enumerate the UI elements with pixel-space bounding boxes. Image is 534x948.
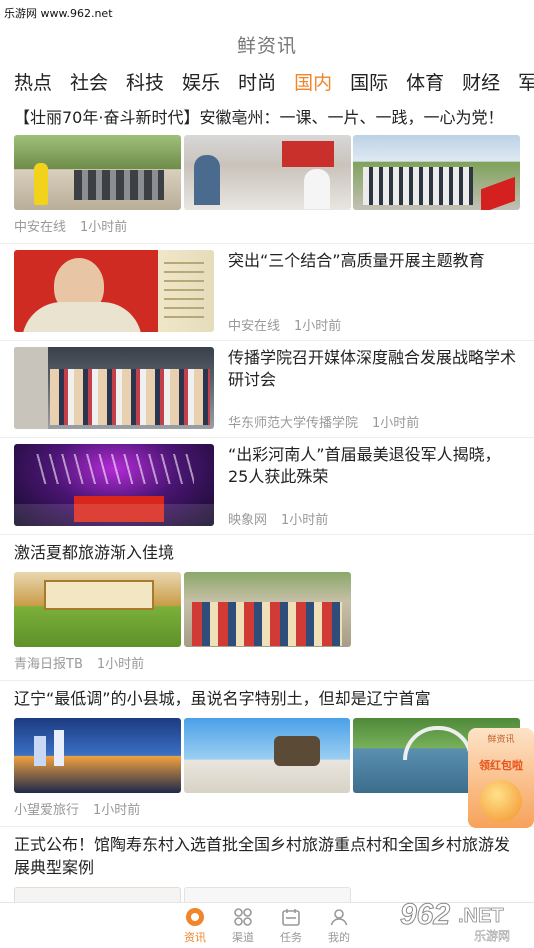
news-thumbnail [14, 250, 214, 332]
user-icon [329, 907, 349, 927]
news-image [353, 135, 520, 210]
news-image [184, 572, 351, 647]
news-icon [185, 907, 205, 927]
news-time: 1小时前 [372, 416, 420, 431]
tab-domestic[interactable]: 国内 [294, 68, 332, 95]
red-packet-icon [480, 780, 522, 822]
tab-finance[interactable]: 财经 [462, 68, 500, 95]
tab-tech[interactable]: 科技 [126, 68, 164, 95]
ad-brand-label: 鲜资讯 [487, 735, 515, 745]
tab-fashion[interactable]: 时尚 [238, 68, 276, 95]
news-title: “出彩河南人”首届最美退役军人揭晓，25人获此殊荣 [228, 445, 501, 486]
news-title: 传播学院召开媒体深度融合发展战略学术研讨会 [228, 348, 517, 389]
grid-icon [233, 907, 253, 927]
tab-international[interactable]: 国际 [350, 68, 388, 95]
news-item[interactable]: 【壮丽70年·奋斗新时代】安徽亳州：一课、一片、一践，一心为党！ 中安在线 1小时… [0, 100, 534, 244]
nav-channels[interactable]: 渠道 [230, 907, 256, 948]
news-source: 映象网 [228, 513, 268, 528]
watermark-text: 乐游网 www.962.net [4, 7, 113, 20]
news-source: 青海日报TB [14, 657, 83, 672]
news-image [14, 887, 181, 902]
logo-main-text: 962 [400, 898, 450, 931]
app-title: 鲜资讯 [236, 35, 297, 57]
news-image [183, 135, 351, 210]
news-source: 华东师范大学传播学院 [228, 416, 359, 431]
logo-suffix-text: .NET [458, 905, 504, 927]
news-title: 突出“三个结合”高质量开展主题教育 [228, 251, 485, 270]
news-source: 小望爱旅行 [14, 803, 80, 818]
news-feed[interactable]: 【壮丽70年·奋斗新时代】安徽亳州：一课、一片、一践，一心为党！ 中安在线 1小时… [0, 100, 534, 902]
news-time: 1小时前 [294, 319, 342, 334]
nav-news-label: 资讯 [184, 931, 206, 944]
news-item[interactable]: 辽宁“最低调”的小县城，虽说名字特别土，但却是辽宁首富 小望爱旅行 1小时前 [0, 681, 534, 827]
news-time: 1小时前 [281, 513, 329, 528]
news-title: 正式公布！馆陶寿东村入选首批全国乡村旅游重点村和全国乡村旅游发展典型案例 [14, 835, 511, 877]
category-tabs: 热点 社会 科技 娱乐 时尚 国内 国际 体育 财经 军事 [0, 64, 534, 98]
news-item[interactable]: 激活夏都旅游渐入佳境 青海日报TB 1小时前 [0, 535, 534, 681]
tab-society[interactable]: 社会 [70, 68, 108, 95]
tab-hot[interactable]: 热点 [14, 68, 52, 95]
nav-profile-label: 我的 [328, 931, 350, 944]
news-thumbnail [14, 347, 214, 429]
news-title: 辽宁“最低调”的小县城，虽说名字特别土，但却是辽宁首富 [14, 689, 431, 708]
news-item[interactable]: 传播学院召开媒体深度融合发展战略学术研讨会 华东师范大学传播学院 1小时前 [0, 341, 534, 438]
logo-sub-text: 乐游网 [474, 929, 510, 943]
news-time: 1小时前 [96, 657, 145, 672]
ad-label: 领红包啦 [479, 759, 523, 772]
news-title: 【壮丽70年·奋斗新时代】安徽亳州：一课、一片、一践，一心为党！ [14, 108, 504, 127]
news-item[interactable]: 正式公布！馆陶寿东村入选首批全国乡村旅游重点村和全国乡村旅游发展典型案例 [0, 827, 534, 902]
news-image [183, 718, 351, 793]
news-image [14, 135, 181, 210]
news-source: 中安在线 [228, 319, 281, 334]
news-image [14, 572, 181, 647]
tab-sports[interactable]: 体育 [406, 68, 444, 95]
news-image [14, 718, 181, 793]
tab-entertainment[interactable]: 娱乐 [182, 68, 220, 95]
news-thumbnail [14, 444, 214, 526]
nav-channels-label: 渠道 [232, 931, 254, 944]
news-title: 激活夏都旅游渐入佳境 [14, 543, 175, 562]
task-icon [281, 907, 301, 927]
news-image [184, 887, 351, 902]
nav-tasks[interactable]: 任务 [278, 907, 304, 948]
nav-profile[interactable]: 我的 [326, 907, 352, 948]
news-item[interactable]: “出彩河南人”首届最美退役军人揭晓，25人获此殊荣 映象网 1小时前 [0, 438, 534, 535]
news-time: 1小时前 [80, 220, 128, 235]
red-packet-ad[interactable]: 鲜资讯 领红包啦 [468, 728, 534, 828]
tab-military[interactable]: 军事 [518, 68, 534, 95]
nav-news[interactable]: 资讯 [182, 907, 208, 948]
site-logo: 962 .NET 乐游网 [396, 894, 530, 944]
news-item[interactable]: 突出“三个结合”高质量开展主题教育 中安在线 1小时前 [0, 244, 534, 341]
news-source: 中安在线 [14, 220, 67, 235]
news-time: 1小时前 [93, 803, 141, 818]
nav-tasks-label: 任务 [280, 931, 302, 944]
